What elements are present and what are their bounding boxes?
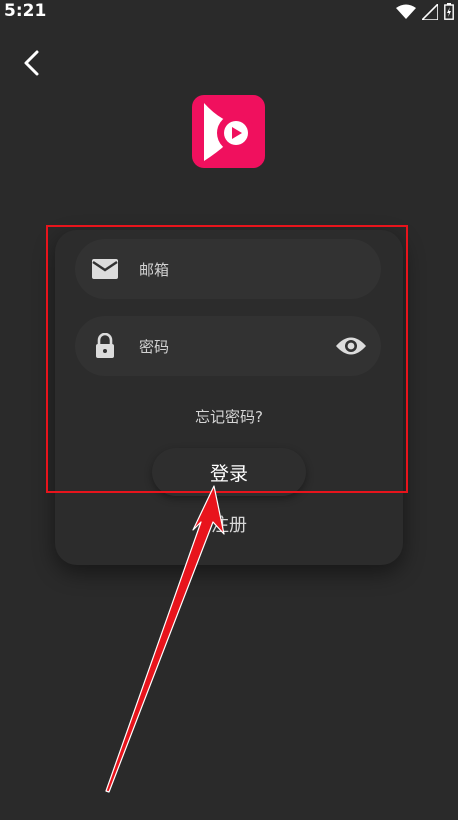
forgot-password-link[interactable]: 忘记密码?: [0, 406, 458, 427]
back-arrow-icon: [24, 50, 39, 76]
wifi-icon: [396, 4, 416, 24]
email-field: [75, 239, 381, 301]
app-logo-icon: [204, 103, 255, 161]
signal-icon: [420, 1, 439, 24]
battery-icon: [444, 3, 454, 24]
register-button[interactable]: 注册: [152, 502, 306, 546]
back-button[interactable]: [16, 46, 50, 80]
eye-icon[interactable]: [335, 332, 367, 360]
login-button[interactable]: 登录: [152, 448, 306, 496]
status-time: 5:21: [4, 1, 47, 21]
email-icon: [91, 255, 119, 283]
status-icons: [396, 1, 454, 24]
password-input[interactable]: [137, 316, 331, 378]
email-input[interactable]: [137, 239, 331, 301]
lock-icon: [91, 332, 119, 360]
password-field: [75, 316, 381, 378]
status-bar: 5:21: [0, 0, 458, 24]
app-logo: [192, 95, 265, 168]
